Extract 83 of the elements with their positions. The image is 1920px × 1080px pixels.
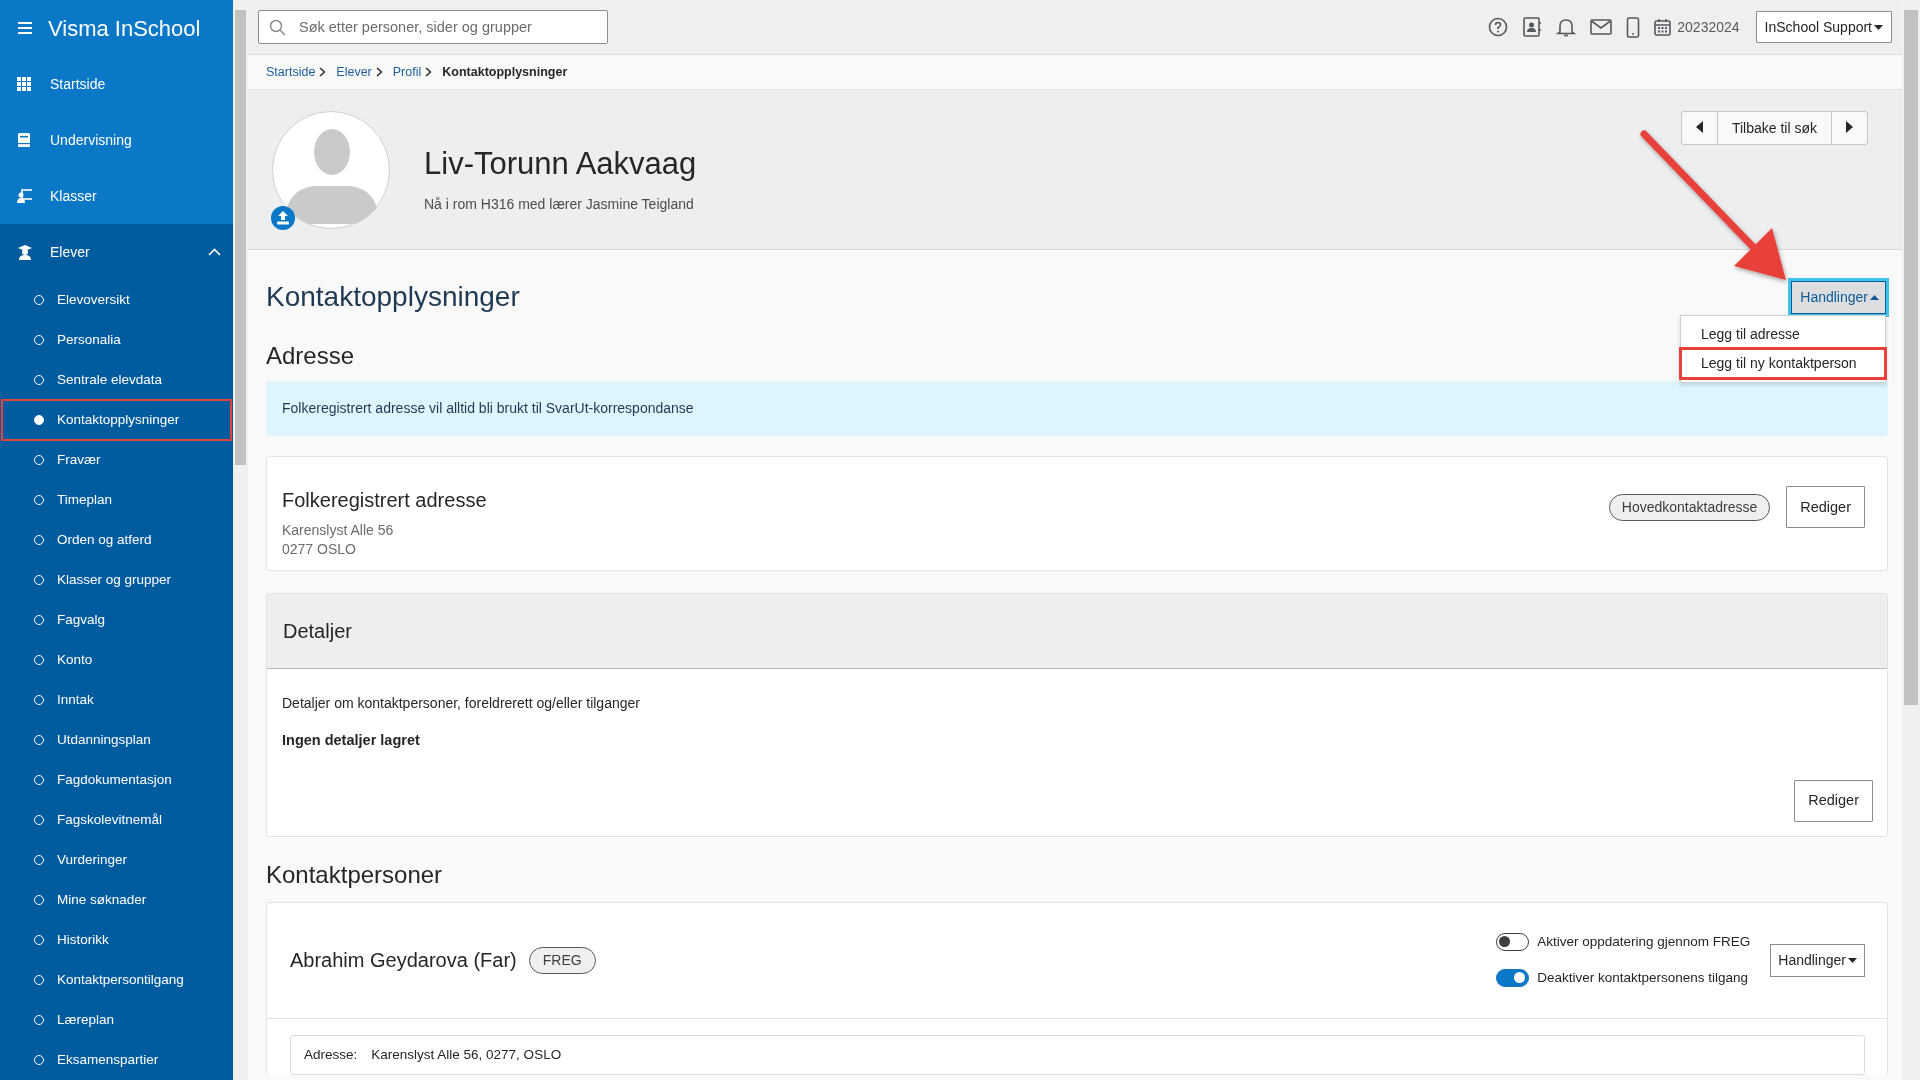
upload-icon[interactable] — [271, 206, 295, 230]
sidebar-item[interactable]: Kontaktpersontilgang — [2, 960, 231, 1000]
sidebar-item[interactable]: Eksamenspartier — [2, 1040, 231, 1080]
breadcrumb-current: Kontaktopplysninger — [442, 63, 568, 81]
sidebar-item[interactable]: Historikk — [2, 920, 231, 960]
breadcrumb-link[interactable]: Elever — [336, 62, 372, 82]
bell-icon[interactable] — [1556, 17, 1577, 37]
sidebar-item[interactable]: Elevoversikt — [2, 280, 231, 320]
grid-icon — [17, 76, 32, 92]
search-field[interactable]: Søk etter personer, sider og grupper — [258, 10, 608, 44]
book-icon — [17, 132, 32, 148]
info-alert: Folkeregistrert adresse vil alltid bli brukt til SvarUt-korrespondanse — [266, 380, 1888, 436]
sidebar-item[interactable]: Inntak — [2, 680, 231, 720]
section-heading: Kontaktpersoner — [266, 860, 443, 890]
toggle-label: Deaktiver kontaktpersonens tilgang — [1537, 969, 1749, 988]
sidebar-item[interactable]: Startside — [0, 56, 233, 112]
caret-right-icon — [1846, 120, 1853, 133]
address-line: Karenslyst Alle 56 — [282, 520, 395, 540]
chevron-icon — [375, 67, 383, 77]
phone-icon[interactable] — [1626, 16, 1641, 38]
user-menu-button[interactable]: InSchool Support — [1755, 11, 1892, 43]
sidebar-item[interactable]: Fagdokumentasjon — [2, 760, 231, 800]
mail-icon[interactable] — [1590, 18, 1613, 36]
caret-icon — [1870, 293, 1879, 301]
contact-card-icon[interactable] — [1522, 17, 1543, 37]
chevron-icon — [425, 67, 433, 77]
sidebar-item[interactable]: Klasser — [0, 168, 233, 224]
sidebar-item[interactable]: Personalia — [2, 320, 231, 360]
menu-item[interactable]: Legg til ny kontaktperson — [1681, 349, 1885, 378]
actions-button[interactable]: Handlinger — [1770, 943, 1865, 977]
scrollbar-thumb[interactable] — [235, 10, 246, 465]
sidebar-item[interactable]: Fagvalg — [2, 600, 231, 640]
contact-name: Abrahim Geydarova (Far) — [290, 948, 517, 974]
sidebar-item[interactable]: Sentrale elevdata — [2, 360, 231, 400]
breadcrumb-link[interactable]: Profil — [392, 62, 422, 82]
breadcrumb-link[interactable]: Startside — [266, 62, 316, 82]
section-heading: Adresse — [266, 342, 355, 371]
caret-icon — [1848, 956, 1857, 964]
details-value: Ingen detaljer lagret — [282, 731, 421, 750]
details-description: Detaljer om kontaktpersoner, foreldrerett og/eller tilganger — [282, 694, 641, 713]
sidebar-item[interactable]: Kontaktopplysninger — [2, 400, 231, 440]
sidebar-item[interactable]: Vurderinger — [2, 840, 231, 880]
presenter-icon — [17, 188, 32, 204]
actions-button[interactable]: Handlinger — [1791, 280, 1886, 314]
field-value: Karenslyst Alle 56, 0277, OSLO — [371, 1045, 562, 1064]
address-line: 0277 OSLO — [282, 540, 357, 560]
sidebar-item[interactable]: Konto — [2, 640, 231, 680]
source-badge: FREG — [528, 946, 596, 974]
card-title: Detaljer — [283, 619, 352, 644]
help-icon[interactable] — [1488, 17, 1509, 37]
page-title: Kontaktopplysninger — [266, 280, 520, 314]
chevron-icon — [208, 248, 221, 256]
sidebar-item[interactable]: Klasser og grupper — [2, 560, 231, 600]
sidebar-item[interactable]: Læreplan — [2, 1000, 231, 1040]
sidebar-item[interactable]: Elever — [0, 224, 233, 280]
menu-item[interactable]: Legg til adresse — [1681, 320, 1885, 349]
status-badge: Hovedkontaktadresse — [1608, 493, 1771, 521]
student-name: Liv-Torunn Aakvaag — [424, 145, 698, 183]
sidebar-item[interactable]: Timeplan — [2, 480, 231, 520]
app-title: Visma InSchool — [48, 14, 201, 43]
sidebar-item[interactable]: Mine søknader — [2, 880, 231, 920]
sidebar-item[interactable]: Fagskolevitnemål — [2, 800, 231, 840]
scrollbar-thumb[interactable] — [1904, 10, 1918, 705]
toggle-switch[interactable] — [1496, 932, 1530, 951]
toggle-label: Aktiver oppdatering gjennom FREG — [1537, 932, 1751, 951]
chevron-icon — [319, 67, 327, 77]
caret-icon — [1874, 23, 1883, 31]
sidebar-item[interactable]: Undervisning — [0, 112, 233, 168]
sidebar-item[interactable]: Fravær — [2, 440, 231, 480]
field-label: Adresse: — [304, 1045, 358, 1064]
menu-icon[interactable] — [18, 22, 32, 34]
search-icon — [269, 19, 286, 36]
card-title: Folkeregistrert adresse — [282, 487, 488, 513]
caret-left-icon — [1695, 120, 1703, 133]
sidebar-item[interactable]: Utdanningsplan — [2, 720, 231, 760]
sidebar-item[interactable]: Orden og atferd — [2, 520, 231, 560]
edit-button[interactable]: Rediger — [1786, 486, 1865, 529]
edit-button[interactable]: Rediger — [1794, 779, 1873, 822]
school-year-label: 20232024 — [1677, 17, 1740, 37]
graduate-icon — [17, 244, 32, 260]
student-location: Nå i rom H316 med lærer Jasmine Teigland — [424, 194, 695, 214]
toggle-switch[interactable] — [1496, 969, 1530, 988]
calendar-icon — [1654, 18, 1672, 36]
